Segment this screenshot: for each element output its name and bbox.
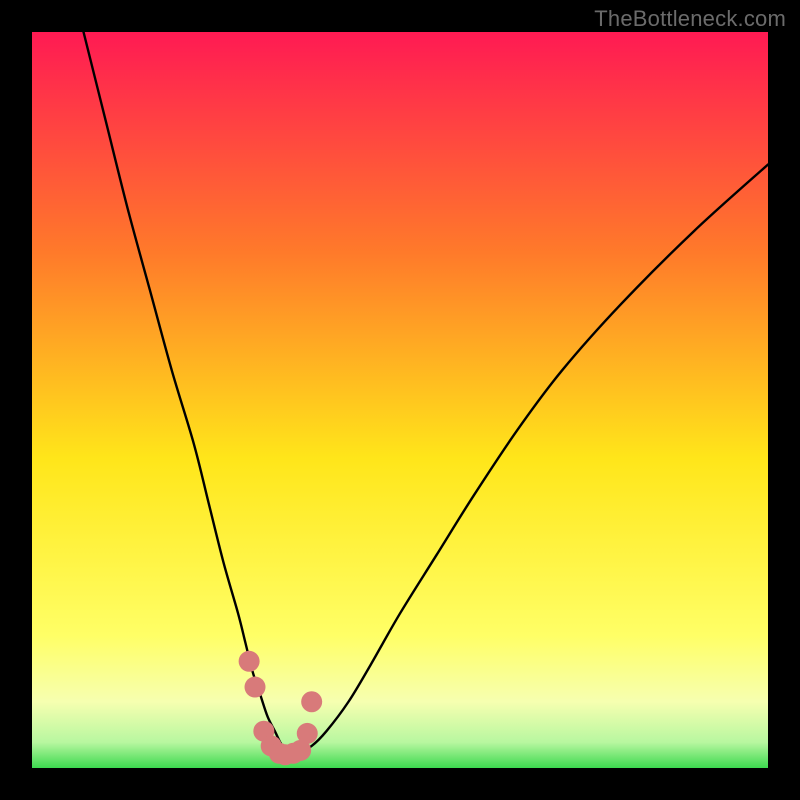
curve-marker <box>239 651 260 672</box>
watermark-label: TheBottleneck.com <box>594 6 786 32</box>
heat-gradient-bg <box>32 32 768 768</box>
bottleneck-chart <box>32 32 768 768</box>
chart-frame: TheBottleneck.com <box>0 0 800 800</box>
curve-marker <box>301 691 322 712</box>
curve-marker <box>245 677 266 698</box>
plot-area <box>32 32 768 768</box>
curve-marker <box>297 723 318 744</box>
